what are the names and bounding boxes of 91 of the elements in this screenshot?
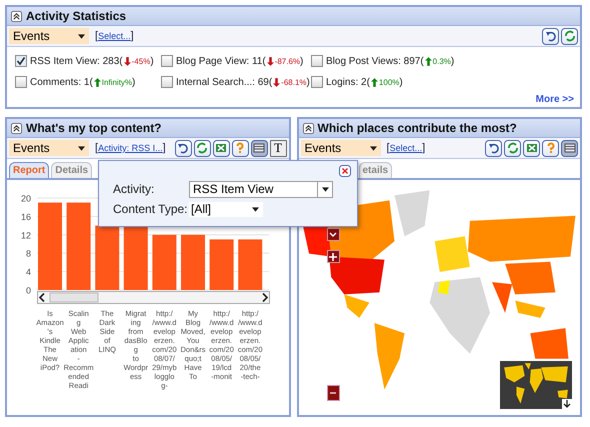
stat-bracket: ) <box>306 76 310 88</box>
undo-button[interactable] <box>485 140 502 156</box>
bracket: ] <box>130 30 134 42</box>
bracket: ] <box>422 142 426 154</box>
stat-label: RSS Item View: 283( <box>30 56 123 66</box>
collapse-icon[interactable] <box>11 10 22 22</box>
collapse-icon[interactable] <box>11 122 22 134</box>
collapse-icon[interactable] <box>302 122 314 134</box>
up-arrow-icon <box>370 78 378 86</box>
activity-combo-box[interactable]: RSS Item View <box>189 180 333 198</box>
close-icon[interactable] <box>339 165 351 177</box>
help-icon <box>544 142 556 154</box>
excel-button[interactable] <box>523 140 540 156</box>
select-link[interactable]: Select... <box>98 31 131 41</box>
up-arrow-icon <box>94 78 101 86</box>
horizontal-scrollbar[interactable] <box>37 291 270 304</box>
more-link[interactable]: More >> <box>536 94 574 105</box>
activity-filter-link[interactable]: Activity: RSS I... <box>98 143 163 153</box>
checkbox[interactable] <box>311 76 323 88</box>
table-icon <box>253 142 265 154</box>
text-button[interactable]: T <box>270 140 286 156</box>
stat-bracket: ) <box>300 56 304 66</box>
axis-tick-label: 8 <box>26 248 31 259</box>
table-button[interactable] <box>250 140 268 156</box>
help-button[interactable] <box>232 140 248 156</box>
caret-icon <box>252 206 259 212</box>
down-arrow-icon <box>266 56 274 66</box>
stat-label: Blog Post Views: 897( <box>326 56 424 66</box>
refresh-button[interactable] <box>504 140 521 156</box>
undo-icon <box>544 30 556 42</box>
undo-icon <box>177 142 189 154</box>
stat-bracket: ) <box>150 56 154 66</box>
change-percent: -87.6% <box>274 56 300 66</box>
stat-label: Logins: 2( <box>326 76 370 88</box>
axis-tick-label: 4 <box>26 267 31 278</box>
caret-icon <box>370 146 376 150</box>
spreadsheet-icon <box>215 142 227 154</box>
refresh-icon <box>564 30 576 42</box>
change-percent: Infinity% <box>102 78 132 86</box>
stat-bracket: ) <box>132 76 136 88</box>
refresh-button[interactable] <box>561 28 578 44</box>
change-percent: 100% <box>378 78 400 86</box>
select-link[interactable]: Select... <box>390 143 422 153</box>
stat-label: Blog Page View: 11( <box>176 56 266 66</box>
stat-bracket: ) <box>399 76 403 88</box>
refresh-button[interactable] <box>194 140 210 156</box>
refresh-icon <box>506 142 518 154</box>
excel-button[interactable] <box>212 140 230 156</box>
undo-button[interactable] <box>542 28 559 44</box>
refresh-icon <box>196 142 208 154</box>
events-dropdown[interactable]: Events <box>9 28 89 44</box>
bracket: [ <box>386 142 390 154</box>
change-percent: -45% <box>132 56 150 66</box>
field-label: Activity: <box>113 182 156 196</box>
events-dropdown[interactable]: Events <box>9 140 89 156</box>
down-arrow-icon <box>273 78 280 86</box>
checkbox[interactable] <box>15 76 27 88</box>
caret-icon <box>78 34 85 38</box>
checkbox[interactable] <box>15 55 27 67</box>
events-dropdown[interactable]: Events <box>300 140 380 156</box>
axis-tick-label: 12 <box>20 230 31 240</box>
axis-tick-label: 16 <box>20 212 31 222</box>
undo-button[interactable] <box>174 140 192 156</box>
bracket: ] <box>162 142 166 154</box>
stat-label: Internal Search...: 69( <box>176 76 272 88</box>
down-arrow-icon <box>124 56 131 66</box>
checkbox[interactable] <box>161 76 173 88</box>
checkbox[interactable] <box>311 55 323 67</box>
axis-tick-label: 0 <box>26 286 31 296</box>
up-arrow-icon <box>424 56 432 66</box>
change-percent: 0.3% <box>432 56 451 66</box>
table-icon <box>564 142 576 154</box>
undo-icon <box>488 142 500 154</box>
bracket: [ <box>95 142 98 154</box>
table-button[interactable] <box>561 140 578 156</box>
stat-bracket: ) <box>450 56 454 66</box>
panel-title: Activity Statistics <box>26 9 126 23</box>
field-label: Content Type: <box>113 202 188 216</box>
help-button[interactable] <box>542 140 559 156</box>
checkbox[interactable] <box>161 55 173 67</box>
stat-label: Comments: 1( <box>30 76 93 88</box>
axis-tick-label: 20 <box>20 194 31 204</box>
content-type-dropdown[interactable]: [All] <box>189 202 263 216</box>
combo-value: RSS Item View <box>192 182 274 196</box>
change-percent: -68.1% <box>281 78 307 86</box>
caret-icon <box>78 146 85 150</box>
help-icon <box>234 142 246 154</box>
panel-title: Which places contribute the most? <box>318 121 517 135</box>
spreadsheet-icon <box>526 142 538 154</box>
bracket: [ <box>95 30 98 42</box>
panel-title: What's my top content? <box>26 121 162 135</box>
